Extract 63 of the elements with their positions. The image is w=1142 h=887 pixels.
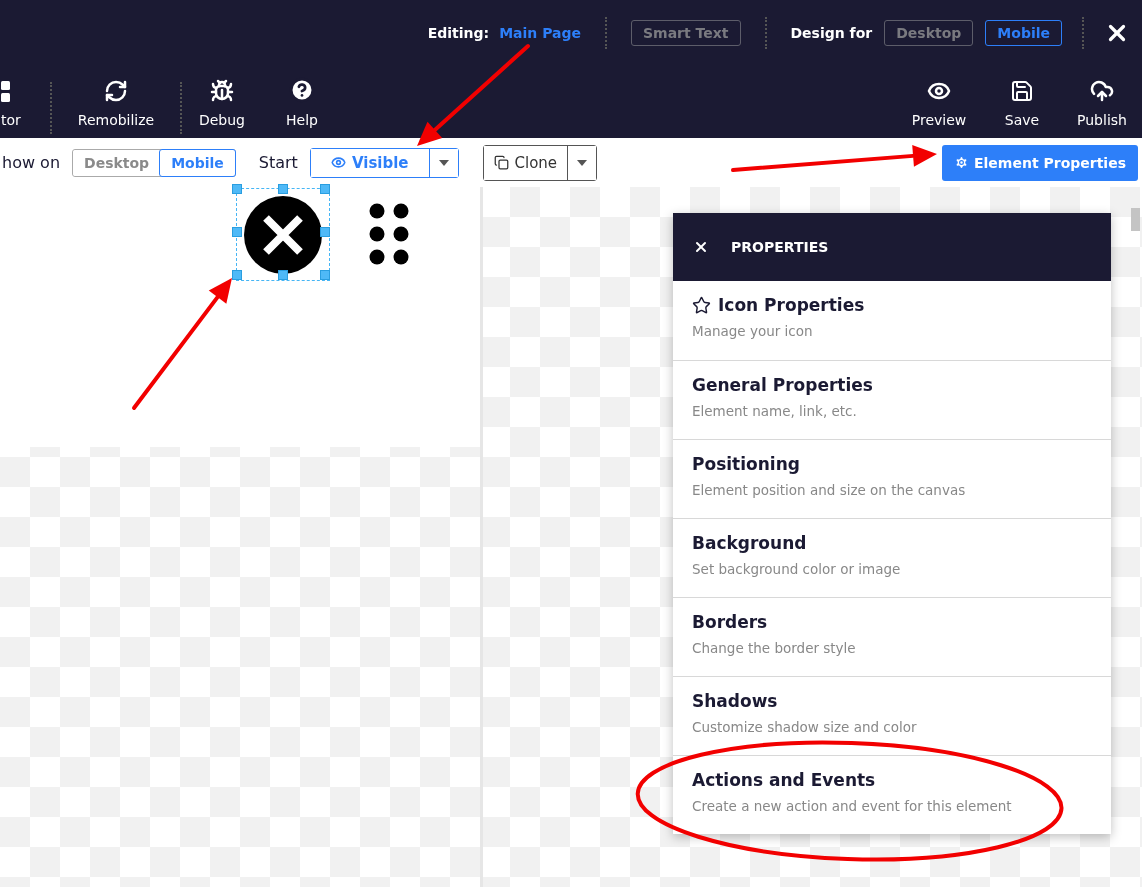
section-description: Element name, link, etc. bbox=[692, 403, 857, 419]
section-title: General Properties bbox=[692, 375, 873, 395]
section-description: Customize shadow size and color bbox=[692, 719, 917, 735]
scrollbar-thumb[interactable] bbox=[1131, 208, 1140, 231]
section-description: Element position and size on the canvas bbox=[692, 482, 966, 498]
property-section[interactable]: Borders Change the border style bbox=[673, 597, 1111, 676]
property-section[interactable]: Positioning Element position and size on the canvas bbox=[673, 439, 1111, 518]
design-for-label: Design for bbox=[790, 24, 873, 41]
caret-icon bbox=[438, 159, 449, 166]
clone-button[interactable]: Clone bbox=[483, 145, 569, 180]
refresh-icon bbox=[104, 79, 128, 103]
cloud-upload-icon bbox=[1090, 79, 1114, 103]
toolbar-button[interactable]: Help bbox=[262, 65, 342, 138]
toolbar-button[interactable]: Debug bbox=[182, 65, 262, 138]
section-description: Manage your icon bbox=[692, 323, 813, 339]
resize-handle[interactable] bbox=[232, 184, 242, 194]
panel-title: PROPERTIES bbox=[731, 239, 829, 255]
resize-handle[interactable] bbox=[278, 270, 288, 280]
editing-label: Editing: bbox=[427, 24, 490, 41]
resize-handle[interactable] bbox=[320, 227, 330, 237]
eye-icon bbox=[330, 155, 346, 170]
design-option-button[interactable]: Desktop bbox=[884, 19, 974, 46]
section-description: Change the border style bbox=[692, 640, 856, 656]
toolbar-button[interactable]: Publish bbox=[1062, 65, 1142, 138]
toolbar-button[interactable]: Preview bbox=[896, 65, 982, 138]
design-option-button[interactable]: Mobile bbox=[985, 19, 1062, 46]
element-properties-button[interactable]: Element Properties bbox=[942, 144, 1138, 181]
visibility-button[interactable]: Visible bbox=[310, 148, 430, 177]
section-title: Borders bbox=[692, 612, 768, 632]
resize-handle[interactable] bbox=[320, 270, 330, 280]
section-title: Shadows bbox=[692, 691, 778, 711]
close-circle-icon bbox=[243, 194, 323, 275]
resize-handle[interactable] bbox=[320, 184, 330, 194]
copy-icon bbox=[493, 155, 509, 170]
property-section[interactable]: Actions and Events Create a new action and event for this element bbox=[673, 755, 1111, 834]
toolbar-button[interactable]: tor bbox=[0, 65, 50, 138]
section-description: Create a new action and event for this element bbox=[692, 798, 1012, 814]
section-title: Background bbox=[692, 533, 807, 553]
property-section[interactable]: General Properties Element name, link, etc. bbox=[673, 360, 1111, 439]
section-title: Positioning bbox=[692, 454, 800, 474]
section-title: Icon Properties bbox=[718, 295, 865, 315]
layout-icon bbox=[1, 81, 12, 103]
property-section[interactable]: Shadows Customize shadow size and color bbox=[673, 676, 1111, 755]
toolbar-button[interactable]: Remobilize bbox=[52, 65, 180, 138]
resize-handle[interactable] bbox=[278, 184, 288, 194]
caret-icon bbox=[577, 159, 588, 166]
property-section[interactable]: Icon Properties Manage your icon bbox=[673, 281, 1111, 360]
close-button[interactable] bbox=[693, 239, 709, 255]
section-title: Actions and Events bbox=[692, 770, 876, 790]
resize-handle[interactable] bbox=[232, 270, 242, 280]
resize-handle[interactable] bbox=[232, 227, 242, 237]
save-icon bbox=[1010, 79, 1034, 103]
gear-icon bbox=[954, 155, 969, 170]
section-description: Set background color or image bbox=[692, 561, 901, 577]
show-on-option[interactable]: Mobile bbox=[159, 148, 236, 177]
show-on-label: how on bbox=[2, 153, 61, 172]
toolbar-button[interactable]: Save bbox=[982, 65, 1062, 138]
bug-icon bbox=[210, 79, 234, 103]
property-section[interactable]: Background Set background color or image bbox=[673, 518, 1111, 597]
grip-icon bbox=[369, 203, 409, 265]
help-icon bbox=[289, 77, 315, 103]
page-link[interactable]: Main Page bbox=[499, 24, 581, 41]
start-label: Start bbox=[258, 153, 298, 172]
